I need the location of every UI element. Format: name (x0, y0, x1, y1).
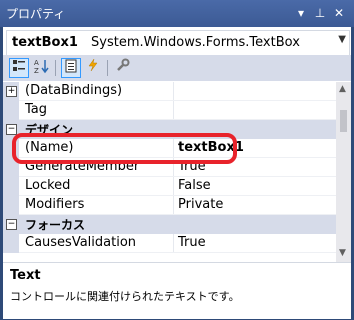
object-selector[interactable]: textBox1 System.Windows.Forms.TextBox ▼ (6, 30, 350, 56)
row-separator (19, 252, 336, 253)
properties-window: プロパティ ▾ ⊥ ✕ textBox1 System.Windows.Form… (0, 0, 354, 320)
description-text: コントロールに関連付けられたテキストです。 (10, 290, 240, 303)
description-pane: Text コントロールに関連付けられたテキストです。 (3, 262, 351, 319)
events-icon[interactable] (83, 58, 103, 78)
property-grid: + (DataBindings) Tag − デザイン (Name) textBox1 Gen… (3, 82, 336, 262)
column-divider (173, 196, 174, 215)
toolbar-separator (107, 60, 108, 76)
property-name: CausesValidation (25, 235, 137, 250)
property-value[interactable]: False (178, 178, 211, 193)
property-name: Modifiers (25, 197, 85, 212)
property-name: Tag (25, 102, 48, 117)
scrollbar-thumb[interactable] (340, 110, 347, 132)
toolbar-separator (55, 60, 56, 76)
expand-icon[interactable]: + (6, 86, 17, 97)
collapse-icon[interactable]: − (6, 219, 17, 230)
description-title: Text (10, 268, 41, 283)
window-title: プロパティ (6, 7, 66, 21)
svg-text:Z: Z (34, 67, 39, 74)
property-value[interactable]: Private (178, 197, 223, 212)
property-name: (DataBindings) (25, 83, 123, 98)
pin-icon[interactable]: ⊥ (311, 4, 329, 22)
name-highlight-annotation (12, 133, 237, 164)
collapse-icon[interactable]: − (6, 124, 17, 135)
object-type: System.Windows.Forms.TextBox (91, 35, 300, 50)
property-row[interactable]: Tag (3, 101, 336, 120)
row-margin (3, 196, 19, 215)
row-margin (3, 177, 19, 196)
property-row[interactable]: + (DataBindings) (3, 82, 336, 101)
chevron-down-icon[interactable]: ▼ (338, 34, 346, 45)
category-row[interactable]: − フォーカス (3, 215, 336, 234)
object-name: textBox1 (12, 35, 78, 50)
scroll-up-icon[interactable]: ▲ (339, 84, 346, 94)
scrollbar[interactable]: ▲ ▼ (336, 82, 351, 262)
svg-text:A: A (34, 59, 39, 67)
close-icon[interactable]: ✕ (330, 4, 348, 22)
row-margin (3, 234, 19, 253)
dropdown-icon[interactable]: ▾ (292, 4, 310, 22)
row-margin (3, 101, 19, 120)
categorized-icon[interactable] (9, 58, 29, 78)
title-bar: プロパティ ▾ ⊥ ✕ (0, 0, 354, 27)
property-pages-icon[interactable] (113, 58, 133, 78)
column-divider (173, 234, 174, 253)
column-divider (173, 82, 174, 101)
scroll-down-icon[interactable]: ▼ (339, 248, 346, 258)
property-value[interactable]: True (178, 235, 206, 250)
category-label: フォーカス (25, 218, 86, 232)
column-divider (173, 177, 174, 196)
property-name: Locked (25, 178, 71, 193)
properties-icon[interactable] (61, 58, 81, 78)
property-row[interactable]: Modifiers Private (3, 196, 336, 215)
alphabetical-icon[interactable]: AZ (31, 58, 51, 78)
property-row[interactable]: Locked False (3, 177, 336, 196)
column-divider (173, 101, 174, 120)
property-row[interactable]: CausesValidation True (3, 234, 336, 253)
properties-panel: textBox1 System.Windows.Forms.TextBox ▼ … (3, 27, 351, 319)
properties-toolbar: AZ (3, 55, 351, 81)
